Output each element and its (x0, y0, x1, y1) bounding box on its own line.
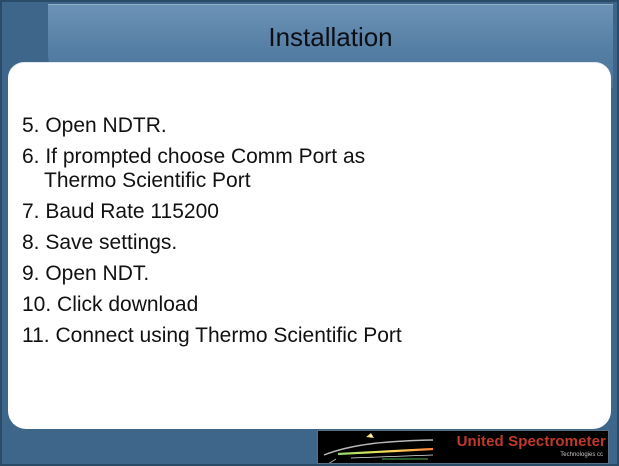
slide-title: Installation (268, 22, 393, 52)
step-item: 9. Open NDT. (22, 262, 150, 285)
step-item: 6. If prompted choose Comm Port as Therm… (22, 144, 582, 193)
step-item: 10. Click download (22, 293, 199, 316)
step-item: 11. Connect using Thermo Scientific Port (22, 324, 402, 347)
step-item: 8. Save settings. (22, 231, 178, 254)
step-text: 6. If prompted choose Comm Port as (22, 145, 366, 168)
company-subtitle: Technologies cc (560, 452, 603, 458)
presentation-slide: Installation 5. Open NDTR. 6. If prompte… (0, 0, 619, 466)
step-item: 5. Open NDTR. (22, 114, 167, 137)
spectrum-logo-icon (323, 433, 434, 463)
step-continuation: Thermo Scientific Port (44, 169, 251, 192)
step-item: 7. Baud Rate 115200 (22, 200, 219, 223)
company-logo: United Spectrometer Technologies cc (317, 430, 609, 464)
installation-steps-list: 5. Open NDTR. 6. If prompted choose Comm… (22, 113, 582, 354)
company-name: United Spectrometer (456, 433, 606, 450)
